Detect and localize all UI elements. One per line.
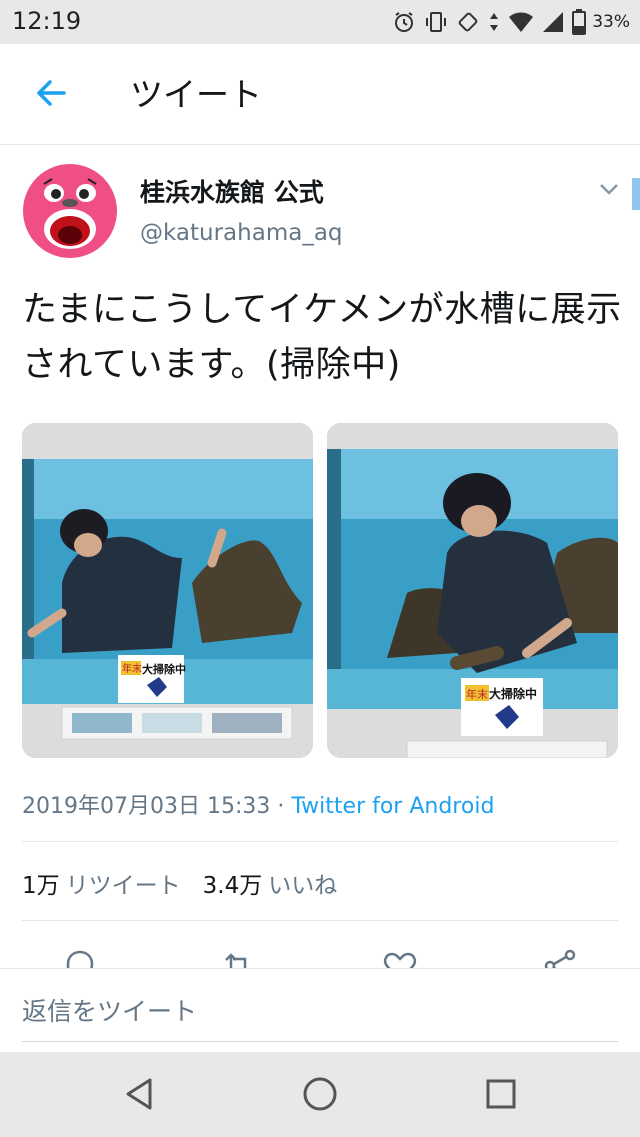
chevron-down-icon[interactable] [598,181,620,197]
wifi-icon [509,12,534,32]
tweet-photo-2[interactable]: 年末 大掃除中 [327,423,618,758]
retweet-count: 1万 [22,873,60,899]
system-nav-bar [0,1052,640,1137]
sign-text-2: 大掃除中 [489,686,537,701]
arrow-left-icon[interactable] [34,76,68,110]
app-header: ツイート [0,44,640,145]
tweet-text: たまにこうしてイケメンが水槽に展示されています。(掃除中) [22,290,622,385]
display-name[interactable]: 桂浜水族館 公式 [140,173,324,209]
battery-icon [572,9,587,35]
signal-icon [543,12,564,32]
data-arrows-icon [490,13,499,31]
tweet-photo-1[interactable]: 年末 大掃除中 [22,423,313,758]
sign-tag-1: 年末 [122,662,142,675]
like-label: いいね [268,873,338,899]
alarm-icon [395,12,414,32]
reply-input[interactable]: 返信をツイート [22,969,618,1042]
like-icon[interactable] [380,946,420,968]
source-link[interactable]: Twitter for Android [291,794,494,819]
battery-percent: 33% [592,12,630,32]
reply-bar: 返信をツイート [0,968,640,1053]
vibrate-icon [426,12,447,32]
avatar[interactable] [22,163,118,259]
scrollbar-thumb[interactable] [632,178,640,210]
reply-icon[interactable] [60,946,100,968]
status-bar: 12:19 33% [0,0,640,44]
separator: · [277,794,285,819]
retweet-label: リツイート [65,873,181,899]
recents-square-icon[interactable] [481,1074,521,1114]
like-count: 3.4万 [202,873,263,899]
share-icon[interactable] [540,946,580,968]
retweet-icon[interactable] [218,946,258,968]
sign-text-1: 大掃除中 [142,662,186,676]
user-handle[interactable]: @katurahama_aq [140,220,343,246]
page-title: ツイート [130,75,262,114]
timestamp: 2019年07月03日 15:33 [22,794,271,819]
rotate-icon [458,12,478,32]
back-triangle-icon[interactable] [120,1074,160,1114]
status-icons: 33% [392,8,630,36]
home-circle-icon[interactable] [300,1074,340,1114]
divider [22,841,618,842]
stats-row: 1万 リツイート 3.4万 いいね [22,866,337,900]
tweet-actions [0,940,640,968]
like-stat[interactable]: 3.4万 いいね [203,873,338,899]
status-time: 12:19 [12,7,82,35]
timestamp-row: 2019年07月03日 15:33 · Twitter for Android [22,788,494,820]
retweet-stat[interactable]: 1万 リツイート [22,873,181,899]
divider [22,920,618,921]
sign-tag-2: 年末 [466,687,488,701]
